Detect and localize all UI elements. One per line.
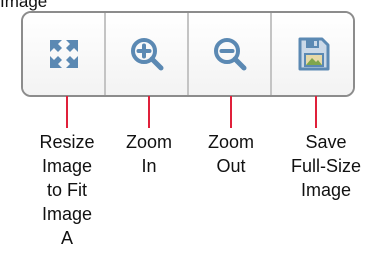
zoom-in-icon	[130, 38, 163, 71]
callout-line-resize	[66, 96, 68, 128]
toolbar-illustration: Image Resize Image to Fit Image A Zoom I…	[0, 0, 376, 253]
callout-line-save	[315, 96, 317, 128]
callout-line-zoom-in	[148, 96, 150, 128]
callout-line-zoom-out	[230, 96, 232, 128]
image-toolbar	[21, 11, 355, 97]
label-resize-to-fit: Resize Image to Fit Image A	[39, 132, 95, 248]
label-save-full-size-image: Save Full-Size Image	[290, 132, 361, 200]
resize-to-fit-button[interactable]	[23, 13, 106, 95]
save-image-icon	[298, 37, 329, 71]
zoom-out-button[interactable]	[189, 13, 272, 95]
zoom-out-icon	[213, 38, 246, 71]
zoom-in-button[interactable]	[106, 13, 189, 95]
save-full-size-image-button[interactable]	[272, 13, 353, 95]
label-zoom-in: Zoom In	[125, 132, 172, 176]
resize-fit-icon	[49, 40, 78, 68]
label-zoom-out: Zoom Out	[207, 132, 254, 176]
